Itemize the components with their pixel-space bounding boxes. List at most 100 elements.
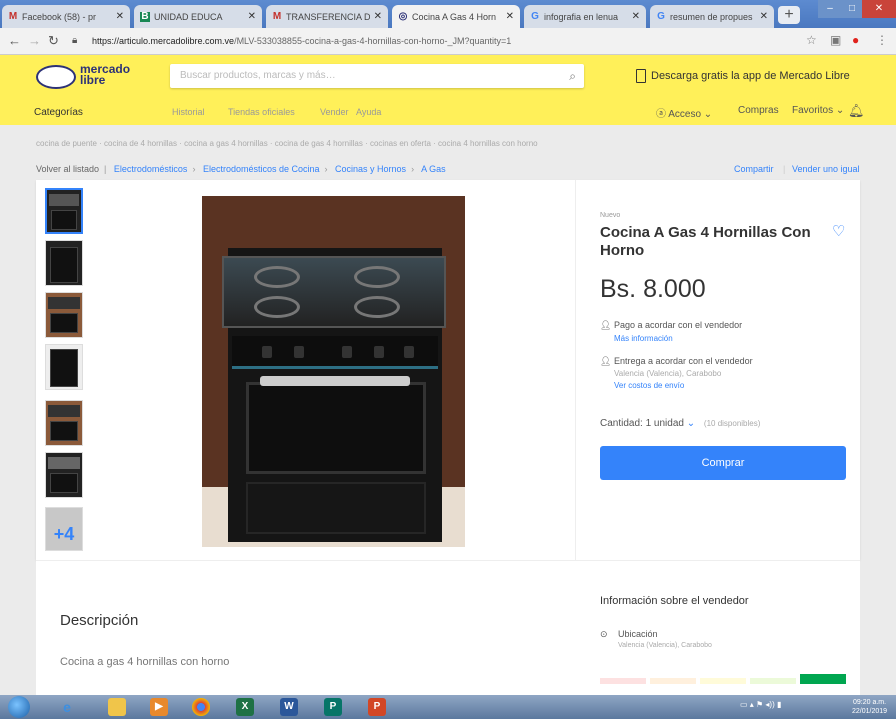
payment-info: 👤︎ Pago a acordar con el vendedor Más inf… (600, 320, 742, 343)
minimize-button[interactable]: – (818, 0, 842, 18)
photo-oven-door (246, 382, 426, 474)
breadcrumb-item[interactable]: A Gas (421, 164, 446, 174)
purchases-link[interactable]: Compras (738, 105, 779, 116)
search-placeholder: Buscar productos, marcas y más… (180, 70, 336, 81)
tab-close-icon[interactable]: ✕ (506, 11, 514, 22)
nav-official-stores[interactable]: Tiendas oficiales (228, 107, 295, 117)
categories-menu[interactable]: Categorías (34, 107, 83, 118)
opera-icon[interactable]: ● (852, 33, 859, 47)
photo-drawer (246, 482, 426, 534)
gallery-thumbnail[interactable] (45, 344, 83, 390)
nav-sell[interactable]: Vender (320, 107, 349, 117)
reputation-segment (600, 678, 646, 684)
nav-help[interactable]: Ayuda (356, 107, 381, 117)
breadcrumb-item[interactable]: Cocinas y Hornos (335, 164, 406, 174)
more-photos-button[interactable]: +4 (45, 507, 83, 551)
publisher-icon[interactable]: P (324, 698, 342, 716)
back-to-list-link[interactable]: Volver al listado (36, 164, 99, 174)
clock-date: 22/01/2019 (852, 708, 888, 715)
address-bar: ← → ↻ 🔒︎ https://articulo.mercadolibre.c… (0, 28, 896, 55)
tab-title: TRANSFERENCIA DE (286, 11, 370, 22)
shipping-costs-link[interactable]: Ver costos de envío (614, 381, 753, 390)
buy-button[interactable]: Comprar (600, 446, 846, 480)
burner-shape (354, 266, 400, 288)
browser-tab[interactable]: M Facebook (58) - pr ✕ (2, 5, 130, 28)
browser-tab-bar: M Facebook (58) - pr ✕ B UNIDAD EDUCA ✕ … (0, 0, 896, 28)
excel-icon[interactable]: X (236, 698, 254, 716)
internet-explorer-icon[interactable]: e (58, 698, 76, 716)
gallery-thumbnail[interactable] (45, 452, 83, 498)
logo-line2: libre (80, 73, 106, 87)
sell-same-link[interactable]: Vender uno igual (792, 164, 860, 174)
reputation-segment (700, 678, 746, 684)
burner-shape (254, 266, 300, 288)
breadcrumb-item[interactable]: Electrodomésticos (114, 164, 188, 174)
close-window-button[interactable]: ✕ (862, 0, 896, 18)
extension-icon[interactable]: ▣ (830, 33, 841, 47)
seller-location: ⊙ Ubicación Valencia (Valencia), Carabobo (600, 629, 712, 649)
menu-dots-icon[interactable]: ⋮ (876, 33, 888, 47)
new-tab-button[interactable]: + (778, 6, 800, 24)
reputation-thermometer (600, 674, 846, 684)
browser-tab-active[interactable]: ◎ Cocina A Gas 4 Horn ✕ (392, 5, 520, 28)
notifications-bell-icon[interactable]: 🔔︎ (848, 103, 865, 119)
gallery-thumbnail[interactable] (45, 292, 83, 338)
site-header: mercado libre Buscar productos, marcas y… (0, 55, 896, 125)
tab-close-icon[interactable]: ✕ (632, 11, 640, 22)
maximize-button[interactable]: □ (842, 0, 862, 18)
start-button[interactable] (8, 696, 30, 718)
system-tray[interactable]: ▭ ▴ ⚑ ◂)) ▮ (740, 700, 781, 709)
gallery-thumbnail[interactable] (45, 188, 83, 234)
knob-shape (342, 346, 352, 358)
knob-shape (262, 346, 272, 358)
location-pin-icon: ⊙ (600, 629, 608, 639)
app-download-link[interactable]: Descarga gratis la app de Mercado Libre (636, 69, 850, 83)
mercadolibre-logo[interactable]: mercado libre (36, 61, 136, 95)
media-player-icon[interactable]: ▶ (150, 698, 168, 716)
description-title: Descripción (60, 612, 139, 629)
product-title: Cocina A Gas 4 Hornillas Con Horno (600, 224, 811, 259)
separator: | (783, 164, 786, 174)
word-icon[interactable]: W (280, 698, 298, 716)
account-menu[interactable]: ⓐ Acceso ⌄ (656, 105, 712, 120)
chrome-icon[interactable] (192, 698, 210, 716)
nav-history[interactable]: Historial (172, 107, 205, 117)
browser-tab[interactable]: G infografia en lenua ✕ (524, 5, 646, 28)
favorites-menu[interactable]: Favoritos ⌄ (792, 105, 844, 116)
user-avatar-icon: ⓐ (656, 109, 666, 120)
bookmark-star-icon[interactable]: ☆ (806, 33, 817, 47)
person-icon: 👤︎ (600, 356, 612, 366)
powerpoint-icon[interactable]: P (368, 698, 386, 716)
search-icon[interactable]: ⌕ (569, 64, 576, 88)
related-searches[interactable]: cocina de puente · cocina de 4 hornillas… (36, 139, 538, 148)
knob-shape (374, 346, 384, 358)
tab-title: Facebook (58) - pr (22, 11, 97, 22)
system-clock[interactable]: 09:20 a.m. 22/01/2019 (852, 698, 887, 716)
browser-tab[interactable]: B UNIDAD EDUCA ✕ (134, 5, 262, 28)
tab-close-icon[interactable]: ✕ (248, 11, 256, 22)
tab-close-icon[interactable]: ✕ (760, 11, 768, 22)
tab-favicon-icon: ◎ (398, 10, 408, 22)
tab-close-icon[interactable]: ✕ (374, 11, 382, 22)
forward-arrow-icon[interactable]: → (28, 33, 41, 48)
product-photo[interactable] (202, 196, 465, 547)
breadcrumb-item[interactable]: Electrodomésticos de Cocina (203, 164, 320, 174)
payment-more-info-link[interactable]: Más información (614, 334, 742, 343)
gallery-thumbnail[interactable] (45, 240, 83, 286)
url-field[interactable]: https://articulo.mercadolibre.com.ve/MLV… (92, 33, 792, 49)
tab-title: Cocina A Gas 4 Horn (412, 11, 497, 22)
search-input[interactable]: Buscar productos, marcas y más… ⌕ (170, 64, 584, 88)
share-link[interactable]: Compartir (734, 164, 774, 174)
heart-icon[interactable]: ♡ (832, 222, 845, 240)
logo-text: mercado libre (80, 63, 130, 87)
back-arrow-icon[interactable]: ← (8, 33, 21, 48)
quantity-selector[interactable]: Cantidad: 1 unidad ⌄ (10 disponibles) (600, 418, 760, 429)
browser-tab[interactable]: G resumen de propues ✕ (650, 5, 774, 28)
delivery-place: Valencia (Valencia), Carabobo (614, 369, 722, 378)
tab-close-icon[interactable]: ✕ (116, 11, 124, 22)
reload-icon[interactable]: ↻ (48, 33, 59, 49)
folder-icon[interactable] (108, 698, 126, 716)
gallery-thumbnail[interactable] (45, 400, 83, 446)
chevron-right-icon: › (192, 164, 196, 174)
browser-tab[interactable]: M TRANSFERENCIA DE ✕ (266, 5, 388, 28)
